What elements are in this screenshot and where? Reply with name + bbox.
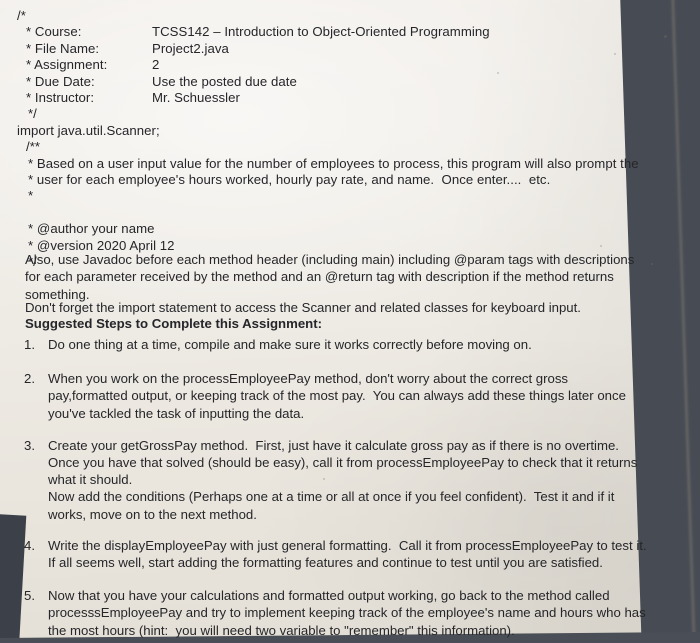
header-field-assignment: * Assignment: 2	[17, 57, 617, 73]
list-item-body: Create your getGrossPay method. First, j…	[48, 437, 700, 523]
import-statement: import java.util.Scanner;	[17, 122, 160, 138]
paragraph-import-reminder: Don't forget the import statement to acc…	[25, 300, 581, 315]
header-field-due-date: * Due Date: Use the posted due date	[17, 74, 617, 90]
list-item-body: Write the displayEmployeePay with just g…	[48, 537, 700, 571]
java-header-comment-block: /* * Course: TCSS142 – Introduction to O…	[17, 8, 639, 271]
list-item: 3. Create your getGrossPay method. First…	[0, 437, 700, 523]
list-item-line: works, move on to the next method.	[48, 506, 257, 522]
document-content: /* * Course: TCSS142 – Introduction to O…	[0, 0, 700, 643]
list-item-number: 2.	[24, 371, 35, 387]
header-field-instructor: * Instructor: Mr. Schuessler	[17, 90, 617, 106]
header-field-course-value: TCSS142 – Introduction to Object-Oriente…	[152, 24, 490, 40]
header-field-course: * Course: TCSS142 – Introduction to Obje…	[17, 24, 617, 40]
list-item-body: Now that you have your calculations and …	[48, 587, 700, 639]
list-item-line: Create your getGrossPay method. First, j…	[48, 437, 619, 453]
javadoc-line-description-1: * Based on a user input value for the nu…	[28, 155, 639, 171]
list-item-line: processsEmployeePay and try to implement…	[48, 605, 646, 621]
javadoc-line-description-2: * user for each employee's hours worked,…	[28, 172, 551, 188]
comment-close: */	[28, 106, 37, 122]
header-field-course-label: * Course:	[26, 24, 82, 40]
javadoc-line-spacer	[17, 205, 617, 221]
list-item-line: Do one thing at a time, compile and make…	[48, 337, 532, 352]
list-item: 2. When you work on the processEmployeeP…	[0, 370, 700, 422]
list-item: 1. Do one thing at a time, compile and m…	[0, 336, 700, 353]
list-item-number: 3.	[24, 437, 35, 453]
list-item-line: Now add the conditions (Perhaps one at a…	[48, 489, 615, 505]
suggested-steps-list: 1. Do one thing at a time, compile and m…	[0, 336, 700, 643]
list-item-number: 1.	[24, 337, 35, 352]
list-item-body: Do one thing at a time, compile and make…	[48, 336, 700, 353]
list-item-line: If all seems well, start adding the form…	[48, 555, 603, 571]
screenshot-root: /* * Course: TCSS142 – Introduction to O…	[0, 0, 700, 643]
header-field-due-date-value: Use the posted due date	[152, 73, 297, 89]
javadoc-open: /**	[26, 139, 41, 155]
list-item-line: When you work on the processEmployeePay …	[48, 371, 569, 387]
list-item-line: Once you have that solved (should be eas…	[48, 455, 638, 471]
list-item: 4. Write the displayEmployeePay with jus…	[0, 537, 700, 571]
header-field-assignment-label: * Assignment:	[26, 57, 108, 73]
header-field-instructor-value: Mr. Schuessler	[152, 90, 240, 106]
javadoc-line-blank-star: *	[28, 188, 34, 204]
list-item-number: 5.	[24, 588, 35, 604]
list-item-line: Now that you have your calculations and …	[48, 588, 610, 604]
paragraph-javadoc-note: Also, use Javadoc before each method hea…	[25, 252, 635, 302]
list-item-number: 4.	[24, 537, 35, 553]
header-field-file-name-value: Project2.java	[152, 40, 229, 56]
comment-open: /*	[17, 8, 26, 23]
list-item-line: the most hours (hint: you will need two …	[48, 622, 515, 638]
list-item-body: When you work on the processEmployeePay …	[48, 370, 700, 422]
javadoc-line-author: * @author your name	[28, 221, 155, 237]
header-field-instructor-label: * Instructor:	[26, 90, 95, 106]
header-field-assignment-value: 2	[152, 57, 160, 73]
header-field-file-name-label: * File Name:	[26, 40, 100, 56]
heading-suggested-steps: Suggested Steps to Complete this Assignm…	[25, 316, 322, 331]
list-item-line: pay,formatted output, or keeping track o…	[48, 388, 626, 404]
list-item-line: you've tackled the task of inputting the…	[48, 405, 305, 421]
list-item-line: Write the displayEmployeePay with just g…	[48, 537, 647, 553]
list-item: 5. Now that you have your calculations a…	[0, 587, 700, 639]
header-field-due-date-label: * Due Date:	[26, 73, 95, 89]
header-field-file-name: * File Name: Project2.java	[17, 41, 617, 57]
list-item-line: what it should.	[48, 472, 133, 488]
